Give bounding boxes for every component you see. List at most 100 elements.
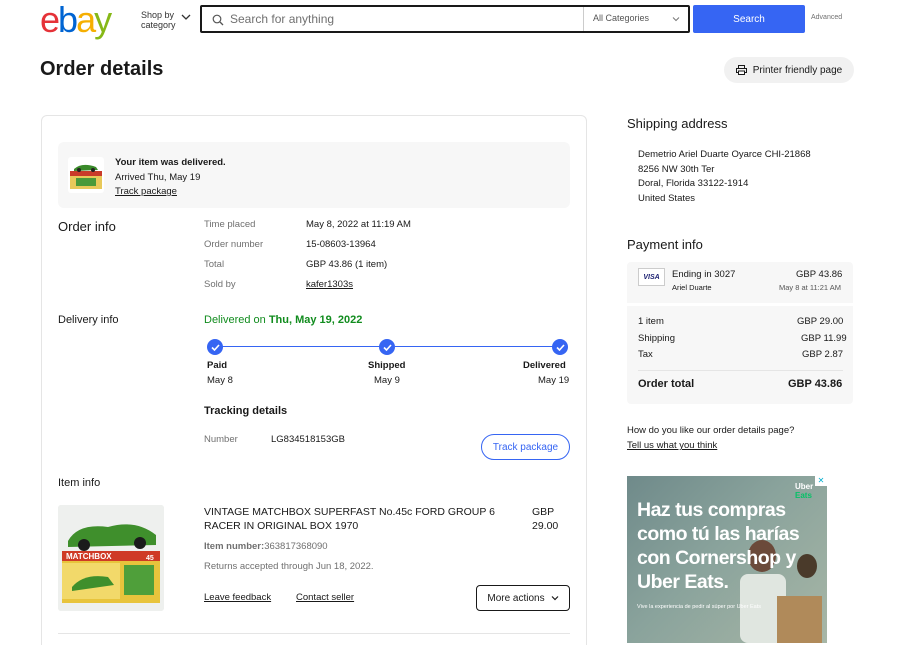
category-divider <box>583 7 584 31</box>
step-shipped-date: May 9 <box>374 375 400 386</box>
tracking-number-value: LG834518153GB <box>271 434 345 445</box>
sold-by-label: Sold by <box>204 279 236 290</box>
category-select[interactable]: All Categories <box>593 13 649 23</box>
search-icon <box>212 14 224 26</box>
item-thumbnail-small <box>68 157 104 193</box>
divider <box>58 633 570 634</box>
arrived-date: Arrived Thu, May 19 <box>115 171 201 183</box>
delivery-banner-text: Your item was delivered. Arrived Thu, Ma… <box>115 156 226 200</box>
ad-logo-line-2: Eats <box>795 491 812 500</box>
item-number: Item number:363817368090 <box>204 541 328 552</box>
search-bar: All Categories <box>200 5 690 33</box>
logo-letter: y <box>94 0 112 40</box>
step-shipped-label: Shipped <box>368 360 406 371</box>
track-package-link[interactable]: Track package <box>115 185 226 200</box>
shop-by-category[interactable]: Shop by category <box>141 10 176 30</box>
search-button[interactable]: Search <box>693 5 805 33</box>
progress-line <box>395 346 553 347</box>
delivered-headline: Your item was delivered. <box>115 157 226 168</box>
logo-letter: a <box>76 0 96 40</box>
address-line: 8256 NW 30th Ter <box>638 163 715 175</box>
order-number-label: Order number <box>204 239 264 250</box>
delivery-status-date: Thu, May 19, 2022 <box>268 314 363 326</box>
divider <box>627 303 853 306</box>
shipping-address: Demetrio Ariel Duarte Oyarce CHI-21868 8… <box>638 148 811 206</box>
item-title[interactable]: VINTAGE MATCHBOX SUPERFAST No.45c FORD G… <box>204 505 514 533</box>
summary-shipping-label: Shipping <box>638 333 675 344</box>
card-holder: Ariel Duarte <box>672 283 712 292</box>
item-price: GBP 29.00 <box>532 505 572 533</box>
divider <box>638 370 843 371</box>
address-line: United States <box>638 192 696 204</box>
item-price-currency: GBP <box>532 506 555 518</box>
delivery-info-heading: Delivery info <box>58 314 119 326</box>
ebay-logo[interactable]: ebay <box>40 0 112 40</box>
seller-link[interactable]: kafer1303s <box>306 279 353 290</box>
check-icon <box>207 339 223 355</box>
shop-by-label-2: category <box>141 20 176 30</box>
shop-by-label: Shop by <box>141 10 175 20</box>
step-paid-label: Paid <box>207 360 228 371</box>
total-label: Total <box>204 259 225 270</box>
advertisement[interactable]: Haz tus compras como tú las harías con C… <box>627 476 827 643</box>
step-paid-date: May 8 <box>207 375 233 386</box>
item-price-amount: 29.00 <box>532 520 559 532</box>
shipping-address-heading: Shipping address <box>627 116 728 131</box>
delivery-status-prefix: Delivered on <box>204 314 269 326</box>
item-image[interactable]: MATCHBOX 45 <box>58 505 164 611</box>
summary-items-label: 1 item <box>638 316 664 327</box>
card-ending: Ending in 3027 <box>672 269 736 280</box>
item-info-heading: Item info <box>58 477 101 489</box>
summary-shipping-value: GBP 11.99 <box>801 333 847 344</box>
close-icon[interactable]: ✕ <box>815 476 827 486</box>
address-line: Doral, Florida 33122-1914 <box>638 178 749 190</box>
delivery-status: Delivered on Thu, May 19, 2022 <box>204 314 362 326</box>
progress-line <box>222 346 380 347</box>
item-number-label: Item number: <box>204 541 265 552</box>
page-title: Order details <box>40 58 164 80</box>
feedback-link[interactable]: Tell us what you think <box>627 440 717 451</box>
payment-amount: GBP 43.86 <box>796 269 843 280</box>
search-input[interactable] <box>230 7 580 31</box>
step-delivered-label: Delivered <box>523 360 566 371</box>
order-number-value: 15-08603-13964 <box>306 239 376 250</box>
printer-icon <box>735 65 747 75</box>
ad-headline: Haz tus compras como tú las harías con C… <box>637 499 800 593</box>
item-number-value: 363817368090 <box>264 541 328 552</box>
chevron-down-icon[interactable] <box>181 12 191 22</box>
summary-tax-value: GBP 2.87 <box>802 349 844 360</box>
advanced-search-link[interactable]: Advanced <box>811 14 842 21</box>
check-icon <box>552 339 568 355</box>
returns-note: Returns accepted through Jun 18, 2022. <box>204 561 374 572</box>
address-line: Demetrio Ariel Duarte Oyarce CHI-21868 <box>638 149 811 160</box>
more-actions-button[interactable]: More actions <box>476 585 570 611</box>
time-placed-label: Time placed <box>204 219 256 230</box>
payment-info-heading: Payment info <box>627 237 703 252</box>
payment-date: May 8 at 11:21 AM <box>779 283 841 292</box>
tracking-details-heading: Tracking details <box>204 405 288 417</box>
printer-friendly-label: Printer friendly page <box>752 64 843 76</box>
more-actions-label: More actions <box>487 592 545 604</box>
chevron-down-icon[interactable] <box>672 15 680 23</box>
visa-card-icon: VISA <box>638 268 665 286</box>
summary-items-value: GBP 29.00 <box>797 316 844 327</box>
feedback-question: How do you like our order details page? <box>627 425 795 436</box>
contact-seller-link[interactable]: Contact seller <box>296 592 354 603</box>
order-total-label: Order total <box>638 378 695 390</box>
time-placed-value: May 8, 2022 at 11:19 AM <box>306 219 411 230</box>
check-icon <box>379 339 395 355</box>
chevron-down-icon <box>551 596 559 601</box>
track-package-button[interactable]: Track package <box>481 434 570 460</box>
ad-subtext: Vive la experiencia de pedir al súper po… <box>637 604 762 610</box>
box-brand: MATCHBOX <box>66 552 112 561</box>
tracking-number-label: Number <box>204 434 238 445</box>
step-delivered-date: May 19 <box>538 375 570 386</box>
total-value: GBP 43.86 (1 item) <box>306 259 388 270</box>
order-total-value: GBP 43.86 <box>788 378 843 390</box>
printer-friendly-button[interactable]: Printer friendly page <box>724 57 854 83</box>
logo-letter: b <box>58 0 78 40</box>
box-number: 45 <box>146 555 154 562</box>
logo-letter: e <box>40 0 60 40</box>
order-info-heading: Order info <box>58 219 116 234</box>
leave-feedback-link[interactable]: Leave feedback <box>204 592 271 603</box>
